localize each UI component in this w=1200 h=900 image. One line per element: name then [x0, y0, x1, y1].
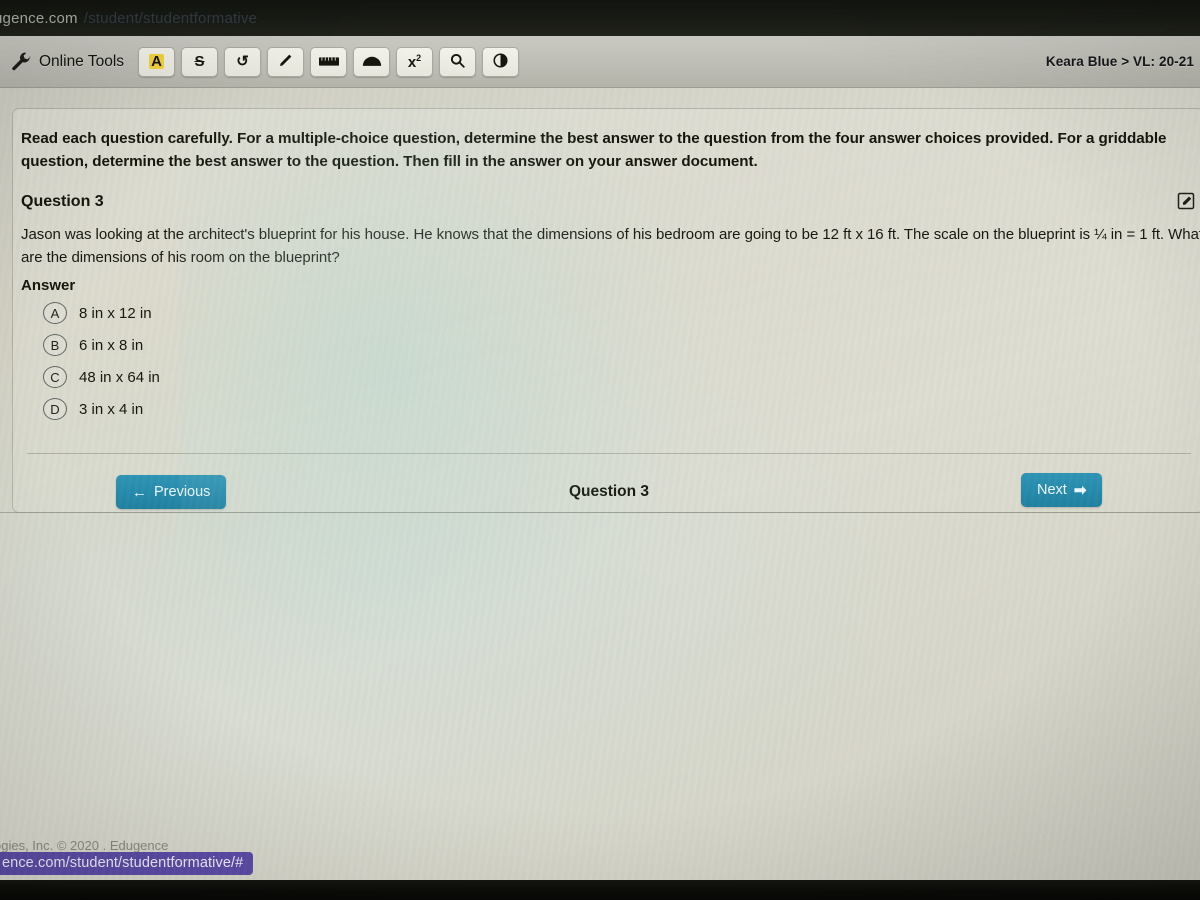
strikethrough-icon: S	[194, 53, 205, 70]
monitor-bezel	[0, 880, 1200, 900]
highlighter-tool-button[interactable]: A	[138, 46, 176, 77]
question-navigation: ← Previous Question 3 Next ➡	[13, 467, 1200, 525]
user-info-label: Keara Blue > VL: 20-21	[1045, 54, 1194, 69]
url-text: ugence.com/student/studentformative	[0, 10, 257, 27]
previous-button-label: Previous	[154, 484, 211, 500]
contrast-tool-button[interactable]	[482, 46, 520, 77]
card-divider	[27, 453, 1191, 454]
answer-choice-d[interactable]: D 3 in x 4 in ✖	[43, 393, 1200, 425]
undo-icon: ↺	[236, 53, 249, 70]
exponent-icon: x2	[407, 52, 422, 71]
highlighter-icon: A	[149, 53, 164, 70]
exponent-tool-button[interactable]: x2	[396, 46, 434, 77]
pencil-icon	[278, 52, 294, 71]
search-icon	[450, 53, 465, 71]
next-button[interactable]: Next ➡	[1021, 473, 1103, 507]
choice-letter-a: A	[43, 302, 67, 324]
question-text: Jason was looking at the architect's blu…	[21, 226, 1200, 267]
wrench-icon	[10, 51, 32, 73]
instructions-text: Read each question carefully. For a mult…	[21, 130, 1167, 171]
answer-label: Answer	[21, 277, 76, 294]
choice-text-d: 3 in x 4 in	[79, 400, 144, 418]
online-tools-label: Online Tools	[39, 52, 125, 70]
contrast-icon	[493, 52, 508, 71]
note-edit-icon[interactable]	[1175, 190, 1197, 212]
arrow-right-icon: ➡	[1073, 482, 1087, 499]
previous-button[interactable]: ← Previous	[116, 475, 227, 509]
choice-text-b: 6 in x 8 in	[79, 336, 144, 354]
choice-letter-c: C	[43, 366, 67, 388]
arrow-left-icon: ←	[132, 483, 147, 501]
online-tools-group[interactable]: Online Tools	[10, 51, 124, 73]
online-tools-toolbar: Online Tools A S ↺ x2 Keara Blue > VL: 2…	[0, 36, 1200, 88]
answer-choice-a[interactable]: A 8 in x 12 in ✖	[43, 297, 1200, 329]
next-button-label: Next	[1037, 482, 1067, 498]
answer-choice-b[interactable]: B 6 in x 8 in ✖	[43, 329, 1200, 361]
undo-tool-button[interactable]: ↺	[224, 46, 262, 77]
choice-text-a: 8 in x 12 in	[79, 304, 152, 322]
question-card: Read each question carefully. For a mult…	[12, 108, 1200, 513]
copyright-text: ogies, Inc. © 2020 . Edugence	[0, 838, 169, 853]
protractor-tool-button[interactable]	[353, 46, 391, 77]
question-header: Question 3	[21, 193, 104, 210]
answer-choice-list: A 8 in x 12 in ✖ B 6 in x 8 in ✖ C 48 in…	[43, 297, 1200, 425]
monitor-photo: ugence.com/student/studentformative Onli…	[0, 0, 1200, 900]
protractor-icon	[362, 54, 382, 69]
choice-letter-b: B	[43, 334, 67, 356]
url-domain: ugence.com	[0, 10, 78, 27]
choice-letter-d: D	[43, 398, 67, 420]
assessment-page-body: Read each question carefully. For a mult…	[0, 88, 1200, 880]
choice-text-c: 48 in x 64 in	[79, 368, 160, 386]
ruler-icon	[318, 54, 339, 69]
url-path: /student/studentformative	[83, 10, 258, 27]
pencil-tool-button[interactable]	[267, 46, 305, 77]
ruler-tool-button[interactable]	[310, 46, 348, 77]
strikethrough-tool-button[interactable]: S	[181, 46, 219, 77]
answer-choice-c[interactable]: C 48 in x 64 in ✖	[43, 361, 1200, 393]
status-bar-url: ence.com/student/studentformative/#	[0, 852, 254, 875]
browser-url-bar[interactable]: ugence.com/student/studentformative	[0, 0, 1200, 36]
magnifier-tool-button[interactable]	[439, 46, 477, 77]
page-divider	[0, 512, 1200, 513]
